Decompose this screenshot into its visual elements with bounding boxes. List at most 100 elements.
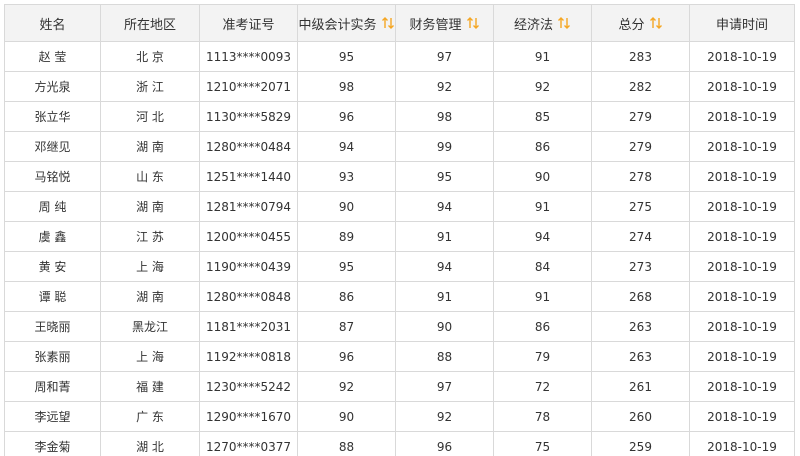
cell-date: 2018-10-19 bbox=[689, 101, 795, 132]
cell-date: 2018-10-19 bbox=[689, 251, 795, 282]
cell-ticket: 1280****0484 bbox=[199, 131, 298, 162]
cell-name: 方光泉 bbox=[4, 71, 101, 102]
cell-name: 张立华 bbox=[4, 101, 101, 132]
table-row: 周 纯湖 南 1281****0794 90 94 91 275 2018-10-19 bbox=[4, 191, 795, 222]
cell-date: 2018-10-19 bbox=[689, 131, 795, 162]
cell-total: 279 bbox=[591, 101, 690, 132]
cell-name: 李金菊 bbox=[4, 431, 101, 456]
cell-ticket: 1290****1670 bbox=[199, 401, 298, 432]
cell-ticket: 1281****0794 bbox=[199, 191, 298, 222]
cell-finance: 91 bbox=[395, 221, 494, 252]
cell-date: 2018-10-19 bbox=[689, 401, 795, 432]
header-law[interactable]: 经济法 bbox=[493, 4, 592, 42]
cell-accounting: 89 bbox=[297, 221, 396, 252]
score-table-page: 姓名 所在地区 准考证号 中级会计实务 财务管理 经济法 总分 申请时间 赵 莹… bbox=[0, 0, 800, 456]
header-law-sortable[interactable]: 经济法 bbox=[514, 14, 571, 33]
cell-law: 91 bbox=[493, 281, 592, 312]
cell-total: 263 bbox=[591, 341, 690, 372]
cell-name: 张素丽 bbox=[4, 341, 101, 372]
header-name-label: 姓名 bbox=[39, 17, 66, 33]
cell-finance: 96 bbox=[395, 431, 494, 456]
sort-arrows-icon[interactable] bbox=[381, 16, 395, 30]
cell-total: 260 bbox=[591, 401, 690, 432]
cell-name: 虞 鑫 bbox=[4, 221, 101, 252]
cell-name: 周 纯 bbox=[4, 191, 101, 222]
cell-accounting: 94 bbox=[297, 131, 396, 162]
cell-total: 259 bbox=[591, 431, 690, 456]
header-accounting-sortable[interactable]: 中级会计实务 bbox=[299, 14, 395, 33]
cell-total: 282 bbox=[591, 71, 690, 102]
cell-accounting: 88 bbox=[297, 431, 396, 456]
cell-ticket: 1181****2031 bbox=[199, 311, 298, 342]
sort-arrows-icon[interactable] bbox=[557, 16, 571, 30]
cell-law: 90 bbox=[493, 161, 592, 192]
cell-finance: 97 bbox=[395, 371, 494, 402]
cell-date: 2018-10-19 bbox=[689, 281, 795, 312]
cell-region: 上 海 bbox=[100, 341, 200, 372]
cell-accounting: 96 bbox=[297, 341, 396, 372]
table-row: 张立华河 北 1130****5829 96 98 85 279 2018-10-19 bbox=[4, 101, 795, 132]
cell-region: 浙 江 bbox=[100, 71, 200, 102]
cell-date: 2018-10-19 bbox=[689, 161, 795, 192]
header-finance-sortable[interactable]: 财务管理 bbox=[409, 14, 479, 33]
cell-finance: 90 bbox=[395, 311, 494, 342]
cell-accounting: 95 bbox=[297, 41, 396, 72]
header-total-sortable[interactable]: 总分 bbox=[618, 14, 662, 33]
cell-accounting: 90 bbox=[297, 401, 396, 432]
cell-ticket: 1192****0818 bbox=[199, 341, 298, 372]
header-total[interactable]: 总分 bbox=[591, 4, 690, 42]
cell-date: 2018-10-19 bbox=[689, 371, 795, 402]
table-row: 张素丽上 海 1192****0818 96 88 79 263 2018-10-19 bbox=[4, 341, 795, 372]
table-row: 邓继见湖 南 1280****0484 94 99 86 279 2018-10-19 bbox=[4, 131, 795, 162]
table-row: 赵 莹北 京 1113****0093 95 97 91 283 2018-10-19 bbox=[4, 41, 795, 72]
cell-accounting: 96 bbox=[297, 101, 396, 132]
cell-total: 278 bbox=[591, 161, 690, 192]
cell-finance: 91 bbox=[395, 281, 494, 312]
cell-name: 马铭悦 bbox=[4, 161, 101, 192]
table-row: 方光泉浙 江 1210****2071 98 92 92 282 2018-10-19 bbox=[4, 71, 795, 102]
cell-name: 赵 莹 bbox=[4, 41, 101, 72]
sort-arrows-icon[interactable] bbox=[466, 16, 480, 30]
cell-region: 上 海 bbox=[100, 251, 200, 282]
cell-finance: 97 bbox=[395, 41, 494, 72]
cell-region: 北 京 bbox=[100, 41, 200, 72]
cell-law: 72 bbox=[493, 371, 592, 402]
cell-finance: 92 bbox=[395, 71, 494, 102]
cell-name: 周和菁 bbox=[4, 371, 101, 402]
cell-region: 湖 南 bbox=[100, 191, 200, 222]
cell-date: 2018-10-19 bbox=[689, 71, 795, 102]
header-accounting[interactable]: 中级会计实务 bbox=[297, 4, 396, 42]
cell-finance: 94 bbox=[395, 191, 494, 222]
sort-arrows-icon[interactable] bbox=[649, 16, 663, 30]
cell-ticket: 1210****2071 bbox=[199, 71, 298, 102]
cell-region: 湖 南 bbox=[100, 281, 200, 312]
cell-total: 261 bbox=[591, 371, 690, 402]
cell-accounting: 92 bbox=[297, 371, 396, 402]
table-row: 李金菊湖 北 1270****0377 88 96 75 259 2018-10-19 bbox=[4, 431, 795, 456]
header-date: 申请时间 bbox=[689, 4, 795, 42]
table-row: 王晓丽 黑龙江 1181****2031 87 90 86 263 2018-10-19 bbox=[4, 311, 795, 342]
cell-date: 2018-10-19 bbox=[689, 431, 795, 456]
cell-law: 86 bbox=[493, 311, 592, 342]
cell-total: 263 bbox=[591, 311, 690, 342]
cell-date: 2018-10-19 bbox=[689, 311, 795, 342]
header-law-label: 经济法 bbox=[513, 17, 553, 33]
cell-ticket: 1251****1440 bbox=[199, 161, 298, 192]
header-finance[interactable]: 财务管理 bbox=[395, 4, 494, 42]
cell-accounting: 87 bbox=[297, 311, 396, 342]
cell-law: 85 bbox=[493, 101, 592, 132]
cell-accounting: 90 bbox=[297, 191, 396, 222]
cell-finance: 92 bbox=[395, 401, 494, 432]
header-finance-label: 财务管理 bbox=[409, 17, 462, 33]
cell-law: 79 bbox=[493, 341, 592, 372]
cell-total: 279 bbox=[591, 131, 690, 162]
header-ticket: 准考证号 bbox=[199, 4, 298, 42]
table-row: 黄 安上 海 1190****0439 95 94 84 273 2018-10-19 bbox=[4, 251, 795, 282]
cell-region: 山 东 bbox=[100, 161, 200, 192]
cell-name: 黄 安 bbox=[4, 251, 101, 282]
table-body: 赵 莹北 京 1113****0093 95 97 91 283 2018-10-19 方光泉… bbox=[4, 41, 795, 456]
cell-region: 广 东 bbox=[100, 401, 200, 432]
cell-date: 2018-10-19 bbox=[689, 341, 795, 372]
cell-finance: 88 bbox=[395, 341, 494, 372]
cell-ticket: 1280****0848 bbox=[199, 281, 298, 312]
